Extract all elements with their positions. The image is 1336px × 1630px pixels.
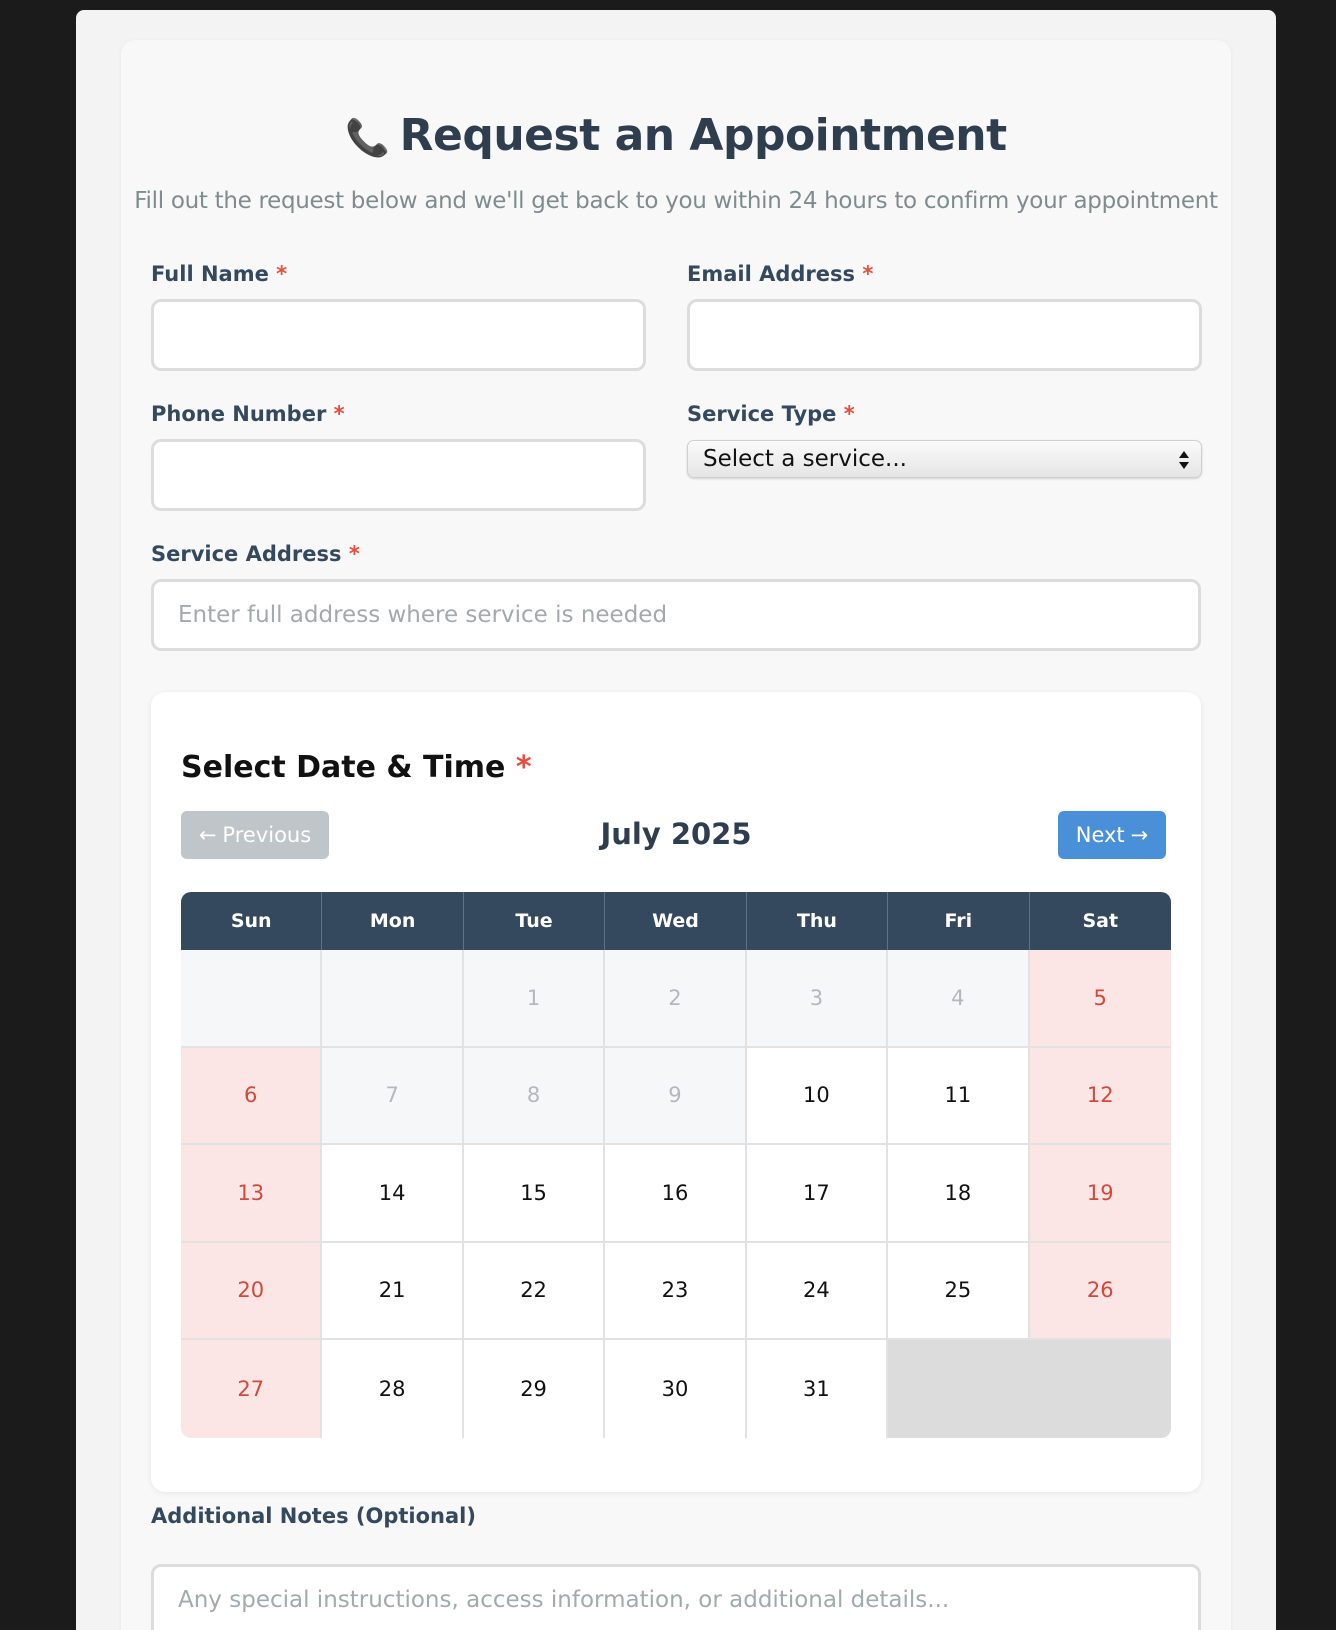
- date-time-picker: Select Date & Time * ← Previous July 2025…: [151, 692, 1201, 1492]
- calendar-weeks: 1 2 3 4 5 6 7 8 9 10 11 12 13 14 15 16 17 18 19 20 21 22 23 24 2…: [181, 950, 1171, 1438]
- page-subtitle: Fill out the request below and we'll get…: [134, 188, 1218, 214]
- weekday-header: Fri: [888, 892, 1030, 950]
- next-month-button[interactable]: Next →: [1058, 811, 1166, 859]
- select-arrows-icon: [1179, 451, 1189, 469]
- weekday-header-row: Sun Mon Tue Wed Thu Fri Sat: [181, 892, 1171, 950]
- calendar-day: 12: [1029, 1047, 1171, 1145]
- calendar-day[interactable]: 24: [746, 1242, 889, 1340]
- calendar-week-row: 13 14 15 16 17 18 19: [181, 1145, 1171, 1243]
- service-type-select[interactable]: Select a service...: [687, 440, 1202, 478]
- calendar-grid: Sun Mon Tue Wed Thu Fri Sat 1 2 3 4 5 6 7 8 9 10 11 12 13 1…: [181, 892, 1171, 1438]
- calendar-day: 2: [605, 950, 747, 1048]
- calendar-day: 13: [181, 1145, 323, 1243]
- calendar-day: 6: [181, 1047, 323, 1145]
- calendar-day[interactable]: 11: [888, 1047, 1030, 1145]
- weekday-header: Thu: [746, 892, 889, 950]
- weekday-header: Tue: [463, 892, 606, 950]
- notes-textarea[interactable]: Any special instructions, access informa…: [151, 1564, 1201, 1630]
- service-type-value: Select a service...: [703, 446, 907, 472]
- calendar-title: Select Date & Time *: [181, 750, 532, 785]
- service-address-input[interactable]: [151, 579, 1201, 651]
- page-container: 📞 Request an Appointment Fill out the req…: [76, 10, 1276, 1630]
- weekday-header: Wed: [605, 892, 747, 950]
- calendar-day[interactable]: 31: [746, 1340, 889, 1438]
- arrow-right-icon: →: [1130, 823, 1149, 847]
- calendar-week-row: 12345: [181, 950, 1171, 1048]
- calendar-week-row: 6 7 8 9 10 11 12: [181, 1047, 1171, 1145]
- email-label: Email Address *: [687, 262, 874, 286]
- phone-label: Phone Number *: [151, 402, 345, 426]
- phone-input[interactable]: [151, 439, 646, 511]
- email-input[interactable]: [687, 299, 1202, 371]
- calendar-day[interactable]: 21: [322, 1242, 464, 1340]
- calendar-day: 27: [181, 1340, 323, 1438]
- current-month: July 2025: [600, 817, 752, 851]
- calendar-day[interactable]: 25: [888, 1242, 1030, 1340]
- full-name-input[interactable]: [151, 299, 646, 371]
- calendar-day[interactable]: 17: [746, 1145, 889, 1243]
- service-type-label: Service Type *: [687, 402, 855, 426]
- calendar-day: 19: [1029, 1145, 1171, 1243]
- calendar-day: 9: [605, 1047, 747, 1145]
- calendar-day[interactable]: 29: [463, 1340, 606, 1438]
- calendar-day: 26: [1029, 1242, 1171, 1340]
- calendar-day: 3: [746, 950, 889, 1048]
- page-title: 📞 Request an Appointment: [345, 110, 1007, 161]
- weekday-header: Sun: [181, 892, 323, 950]
- calendar-day[interactable]: 30: [605, 1340, 747, 1438]
- calendar-day: 1: [463, 950, 606, 1048]
- calendar-day[interactable]: 15: [463, 1145, 606, 1243]
- full-name-label: Full Name *: [151, 262, 288, 286]
- notes-label: Additional Notes (Optional): [151, 1504, 476, 1528]
- calendar-day[interactable]: 23: [605, 1242, 747, 1340]
- calendar-day[interactable]: 18: [888, 1145, 1030, 1243]
- calendar-day[interactable]: 28: [322, 1340, 464, 1438]
- calendar-day[interactable]: 14: [322, 1145, 464, 1243]
- service-address-label: Service Address *: [151, 542, 360, 566]
- calendar-day: 7: [322, 1047, 464, 1145]
- calendar-empty-cell: [322, 950, 464, 1048]
- phone-icon: 📞: [345, 118, 390, 159]
- calendar-day: 20: [181, 1242, 323, 1340]
- calendar-empty-cell: [888, 1340, 1030, 1438]
- calendar-empty-cell: [1029, 1340, 1171, 1438]
- calendar-week-row: 27 28 29 30 31: [181, 1340, 1171, 1438]
- calendar-day: 8: [463, 1047, 606, 1145]
- weekday-header: Sat: [1029, 892, 1171, 950]
- calendar-day[interactable]: 22: [463, 1242, 606, 1340]
- appointment-card: 📞 Request an Appointment Fill out the req…: [121, 40, 1231, 1630]
- calendar-day: 4: [888, 950, 1030, 1048]
- calendar-day[interactable]: 16: [605, 1145, 747, 1243]
- calendar-week-row: 20 21 22 23 24 25 26: [181, 1242, 1171, 1340]
- weekday-header: Mon: [322, 892, 464, 950]
- calendar-day[interactable]: 10: [746, 1047, 889, 1145]
- calendar-day: 5: [1029, 950, 1171, 1048]
- calendar-empty-cell: [181, 950, 323, 1048]
